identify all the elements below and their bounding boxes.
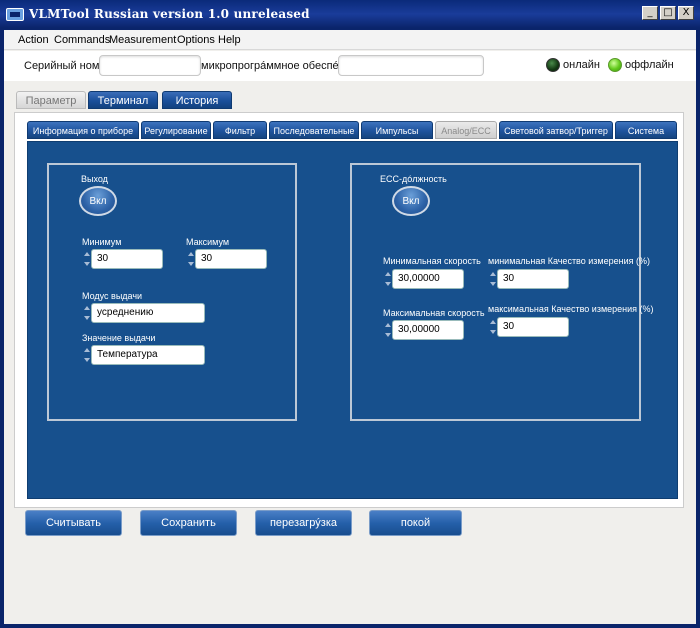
subtab-device-info[interactable]: Информация о приборе [27,121,139,139]
app-window: VLMTool Russian version 1.0 unreleased _… [0,0,700,628]
device-toolbar: Серийный номер микропрогрáммное обеспéче… [4,51,696,81]
min-input[interactable]: 30 [91,249,163,269]
subtab-system[interactable]: Система [615,121,677,139]
ecc-group: ECC-дóлжность Вкл Минимальная скорость 3… [350,163,654,421]
parameter-panel: Информация о приборе Регулирование Фильт… [14,112,684,508]
max-speed-spinner-icon[interactable] [384,320,391,340]
rest-button[interactable]: покой [369,510,462,536]
tab-history[interactable]: История [162,91,232,109]
subtab-light-barrier[interactable]: Световой затвор/Триггер [499,121,613,139]
window-title: VLMTool Russian version 1.0 unreleased [29,7,310,21]
max-quality-label: максимальная Качество измерения (%) [488,304,654,314]
output-label: Выход [81,174,108,184]
minimize-icon[interactable]: _ [642,6,658,20]
read-button[interactable]: Считывать [25,510,122,536]
ecc-toggle-button[interactable]: Вкл [392,186,430,216]
offline-led-icon [608,58,622,72]
menu-commands[interactable]: Commands [54,34,110,46]
online-led-icon [546,58,560,72]
mode-spinner-icon[interactable] [83,303,90,323]
firmware-field[interactable] [338,55,484,76]
subtab-serial[interactable]: Последовательные [269,121,359,139]
output-value-spinner-icon[interactable] [83,345,90,365]
subtab-filter[interactable]: Фильтр [213,121,267,139]
title-bar[interactable]: VLMTool Russian version 1.0 unreleased _… [0,0,700,28]
window-controls: _ □ X [642,6,694,20]
min-quality-input[interactable]: 30 [497,269,569,289]
menu-help[interactable]: Help [218,34,241,46]
output-value-select[interactable]: Температура [91,345,205,365]
output-group: Выход Вкл Минимум 30 Максимум 30 Модус в… [47,163,297,421]
ecc-label: ECC-дóлжность [380,174,447,184]
analog-ecc-panel: Выход Вкл Минимум 30 Максимум 30 Модус в… [27,141,678,499]
client-area: Action Commands Measurement Options Help… [4,30,696,624]
output-value-label: Значение выдачи [82,333,156,343]
save-button[interactable]: Сохранить [140,510,237,536]
min-speed-input[interactable]: 30,00000 [392,269,464,289]
menu-bar: Action Commands Measurement Options Help [4,30,696,50]
offline-label: оффлайн [625,59,674,71]
min-quality-label: минимальная Качество измерения (%) [488,256,650,266]
min-speed-label: Минимальная скорость [383,256,481,266]
tab-terminal[interactable]: Терминал [88,91,158,109]
close-icon[interactable]: X [678,6,694,20]
max-speed-label: Максимальная скорость [383,308,485,318]
max-spinner-icon[interactable] [187,249,194,269]
max-label: Максимум [186,237,230,247]
subtab-regulation[interactable]: Регулирование [141,121,211,139]
subtab-pulses[interactable]: Импульсы [361,121,433,139]
mode-select[interactable]: усреднению [91,303,205,323]
min-speed-spinner-icon[interactable] [384,269,391,289]
sub-tabs: Информация о приборе Регулирование Фильт… [27,121,677,141]
mode-label: Модус выдачи [82,291,143,301]
menu-options[interactable]: Options [177,34,215,46]
reboot-button[interactable]: перезагрýзка [255,510,352,536]
menu-measurement[interactable]: Measurement [109,34,176,46]
subtab-analog-ecc[interactable]: Analog/ECC [435,121,497,139]
min-label: Минимум [82,237,122,247]
output-toggle-button[interactable]: Вкл [79,186,117,216]
max-quality-spinner-icon[interactable] [489,317,496,337]
main-tabs: Параметр Терминал История [4,91,696,113]
max-quality-input[interactable]: 30 [497,317,569,337]
app-icon[interactable] [6,8,24,21]
max-speed-input[interactable]: 30,00000 [392,320,464,340]
max-input[interactable]: 30 [195,249,267,269]
serial-number-field[interactable] [99,55,201,76]
min-quality-spinner-icon[interactable] [489,269,496,289]
online-label: онлайн [563,59,600,71]
maximize-icon[interactable]: □ [660,6,676,20]
tab-parameter[interactable]: Параметр [16,91,86,109]
min-spinner-icon[interactable] [83,249,90,269]
menu-action[interactable]: Action [18,34,49,46]
